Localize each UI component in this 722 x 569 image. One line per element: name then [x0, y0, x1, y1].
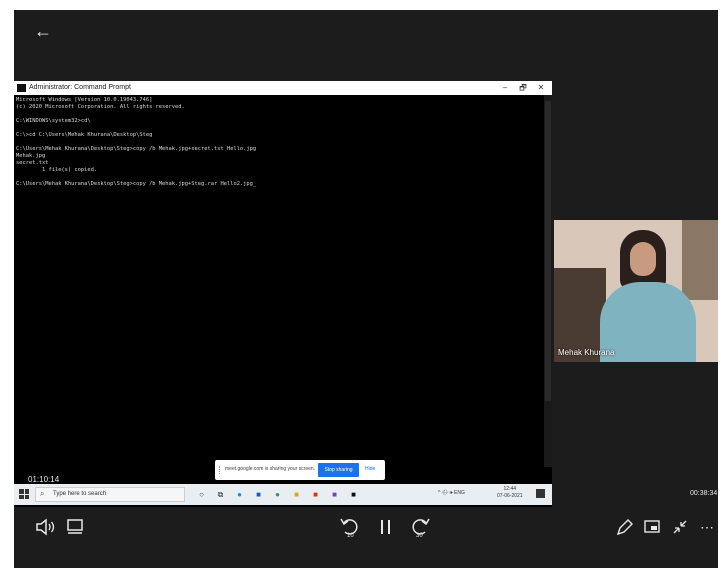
console-line: C:\Users\Mehak Khurana\Desktop\Steg>copy… [16, 146, 257, 152]
elapsed-time: 01:10:14 [28, 475, 60, 484]
screen-share-banner: meet.google.com is sharing your screen. … [215, 460, 385, 480]
edge-icon[interactable]: ● [232, 487, 247, 502]
shared-screen: Administrator: Command Prompt – 🗗 ✕ Micr… [14, 81, 552, 507]
mail-icon[interactable]: ■ [251, 487, 266, 502]
rewind-seconds: 10 [347, 533, 354, 539]
video-door [682, 220, 718, 300]
taskbar-search-box[interactable]: ⌕ Type here to search [35, 487, 185, 502]
console-line: C:\Users\Mehak Khurana\Desktop\Steg>copy… [16, 181, 257, 187]
office-icon[interactable]: ■ [308, 487, 323, 502]
rewind-10-icon[interactable]: 10 [338, 514, 362, 540]
participant-face [630, 242, 656, 276]
notification-icon[interactable] [536, 489, 545, 498]
chrome-icon[interactable]: ● [270, 487, 285, 502]
console-scrollbar[interactable] [544, 95, 552, 467]
console-output[interactable]: Microsoft Windows [Version 10.0.19043.74… [14, 95, 542, 467]
search-icon: ⌕ [40, 489, 45, 498]
console-line: secret.txt [16, 160, 49, 166]
screenshot-frame: ← Administrator: Command Prompt – 🗗 ✕ Mi… [0, 0, 722, 569]
picture-in-picture-icon[interactable] [642, 516, 662, 538]
minimize-button[interactable]: – [496, 81, 514, 95]
restore-button[interactable]: 🗗 [514, 81, 532, 95]
forward-30-icon[interactable]: 30 [408, 514, 432, 540]
console-line: Mehak.jpg [16, 153, 46, 159]
cortana-icon[interactable]: ○ [194, 487, 209, 502]
system-tray[interactable]: ^ 🌧 🕪 ENG [438, 490, 465, 496]
console-line: (c) 2020 Microsoft Corporation. All righ… [16, 104, 185, 110]
clock-date: 07-06-2021 [497, 493, 523, 499]
console-line: Microsoft Windows [Version 10.0.19043.74… [16, 97, 153, 103]
total-duration: 00:38:34 [690, 490, 718, 497]
windows-start-icon[interactable] [19, 489, 29, 499]
search-placeholder: Type here to search [53, 491, 107, 497]
taskbar-clock[interactable]: 12:44 07-06-2021 [497, 486, 523, 500]
windows-taskbar: ⌕ Type here to search ○ ⧉ ● ■ ● ■ ■ ■ ■ ^ 🌧 🕪 EN… [14, 484, 552, 505]
close-button[interactable]: ✕ [532, 81, 550, 95]
cmd-title-bar: Administrator: Command Prompt – 🗗 ✕ [14, 81, 552, 95]
task-view-icon[interactable]: ⧉ [213, 487, 228, 502]
forward-seconds: 30 [416, 533, 423, 539]
back-arrow-icon[interactable]: ← [30, 18, 56, 44]
video-player: ← Administrator: Command Prompt – 🗗 ✕ Mi… [14, 10, 718, 568]
cmd-icon [17, 84, 26, 92]
console-line: C:\>cd C:\Users\Mehak Khurana\Desktop\St… [16, 132, 153, 138]
player-controls: 10 30 ⋯ [14, 510, 718, 568]
volume-icon[interactable] [34, 516, 56, 538]
exit-fullscreen-icon[interactable] [670, 516, 690, 538]
share-message: meet.google.com is sharing your screen. [225, 466, 316, 472]
pause-icon[interactable] [376, 516, 396, 538]
participant-name: Mehak Khurana [558, 348, 615, 357]
store-icon[interactable]: ■ [289, 487, 304, 502]
scrollbar-thumb[interactable] [545, 101, 551, 401]
pen-icon[interactable] [614, 516, 634, 538]
stop-sharing-button[interactable]: Stop sharing [318, 463, 359, 477]
drag-handle-icon[interactable] [219, 466, 222, 474]
hide-button[interactable]: Hide [365, 466, 375, 472]
console-line: 1 file(s) copied. [16, 167, 98, 173]
participant-video: Mehak Khurana [554, 220, 718, 362]
photos-icon[interactable]: ■ [327, 487, 342, 502]
cmd-window-title: Administrator: Command Prompt [29, 84, 131, 91]
terminal-icon[interactable]: ■ [346, 487, 361, 502]
clock-time: 12:44 [503, 486, 517, 492]
more-icon[interactable]: ⋯ [698, 516, 716, 538]
taskbar-apps: ○ ⧉ ● ■ ● ■ ■ ■ ■ [194, 487, 361, 502]
console-line: C:\WINDOWS\system32>cd\ [16, 118, 91, 124]
captions-icon[interactable] [64, 516, 86, 538]
